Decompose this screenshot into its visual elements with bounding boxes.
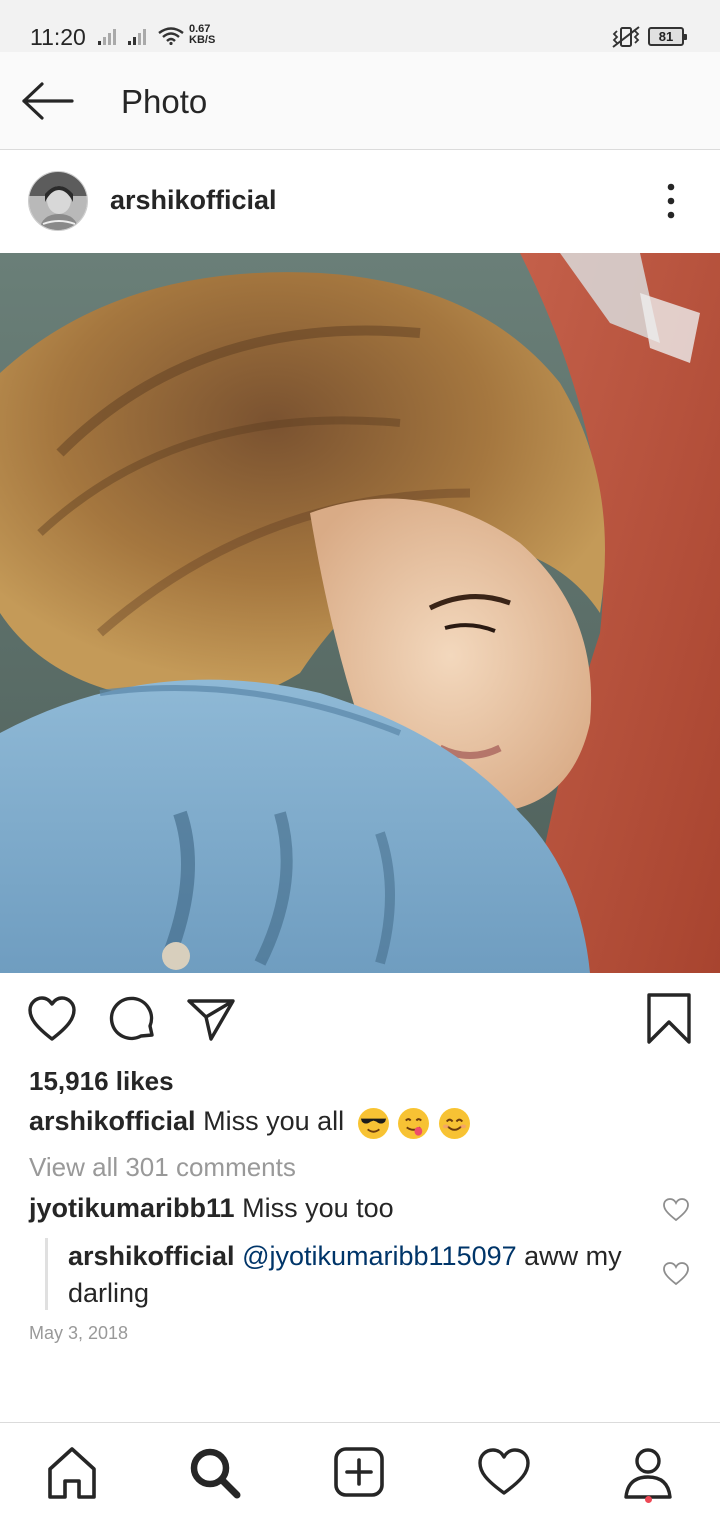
status-bar: 11:20 0.67 KB/S 81	[0, 0, 720, 52]
caption-username[interactable]: arshikofficial	[29, 1106, 196, 1136]
more-vertical-icon[interactable]	[656, 179, 686, 223]
top-app-bar: Photo	[0, 52, 720, 150]
caption-emojis	[357, 1107, 472, 1140]
arrow-left-icon[interactable]	[18, 78, 78, 124]
profile-icon[interactable]	[620, 1445, 676, 1501]
post-date: May 3, 2018	[29, 1323, 129, 1343]
comment-icon[interactable]	[108, 995, 158, 1045]
signal-icon	[98, 29, 116, 45]
comment-item: jyotikumaribb11 Miss you too	[29, 1193, 394, 1224]
post-photo[interactable]	[0, 253, 720, 973]
reply-mention-link[interactable]: @jyotikumaribb115097	[242, 1241, 517, 1271]
reply-text-continued: darling	[68, 1278, 150, 1308]
comment-username[interactable]: jyotikumaribb11	[29, 1193, 235, 1223]
wifi-icon	[158, 27, 184, 45]
post-caption: arshikofficial Miss you all	[29, 1106, 472, 1140]
page-title: Photo	[121, 83, 208, 120]
comment-like-heart-icon[interactable]	[662, 1196, 690, 1224]
smiling-face-with-smiling-eyes-icon	[438, 1108, 470, 1140]
avatar[interactable]	[28, 171, 88, 231]
post-username[interactable]: arshikofficial	[110, 185, 277, 216]
smiling-face-with-sunglasses-icon	[357, 1108, 389, 1140]
view-all-comments-link[interactable]: View all 301 comments	[29, 1152, 296, 1183]
likes-count[interactable]: 15,916 likes	[29, 1066, 174, 1097]
comment-text: Miss you too	[242, 1193, 394, 1223]
bottom-nav	[0, 1422, 720, 1520]
bookmark-icon[interactable]	[646, 992, 692, 1046]
vibrate-icon	[612, 26, 640, 48]
caption-text: Miss you all	[203, 1106, 345, 1136]
search-icon[interactable]	[187, 1445, 243, 1501]
status-time: 11:20	[30, 24, 86, 50]
reply-thread-line	[45, 1238, 48, 1310]
reply-item: arshikofficial @jyotikumaribb115097 aww …	[68, 1238, 622, 1312]
share-icon[interactable]	[186, 995, 236, 1045]
network-speed: 0.67 KB/S	[189, 24, 215, 46]
notification-dot	[645, 1496, 652, 1503]
add-icon[interactable]	[332, 1445, 388, 1501]
heart-icon[interactable]	[27, 995, 77, 1045]
home-icon[interactable]	[44, 1445, 100, 1501]
network-speed-unit: KB/S	[189, 34, 216, 46]
post-actions	[0, 973, 720, 1063]
reply-username[interactable]: arshikofficial	[68, 1241, 235, 1271]
battery-icon: 81	[648, 27, 687, 46]
reply-text: aww my	[524, 1241, 622, 1271]
post-header: arshikofficial	[0, 151, 720, 253]
face-savoring-food-icon	[398, 1108, 430, 1140]
signal-icon	[128, 29, 146, 45]
reply-like-heart-icon[interactable]	[662, 1260, 690, 1288]
activity-heart-icon[interactable]	[476, 1445, 532, 1501]
